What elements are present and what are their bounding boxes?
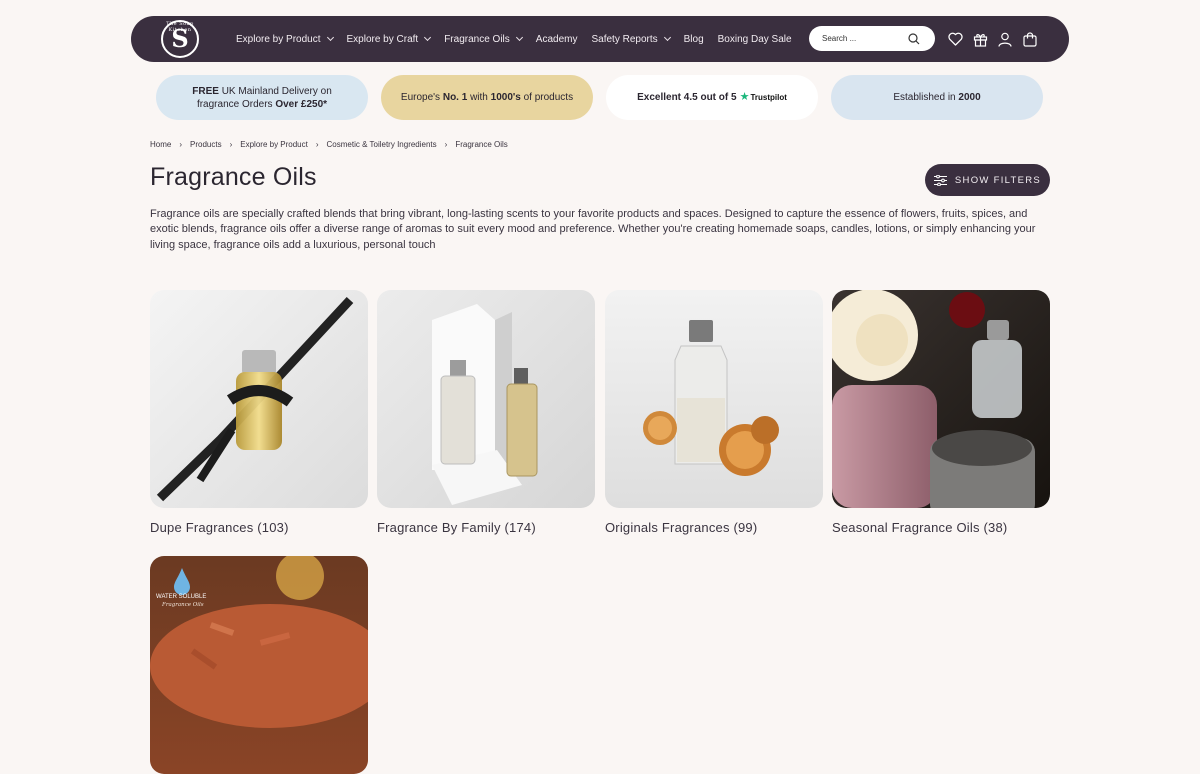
trustpilot-badge-text: Excellent 4.5 out of 5 ★Trustpilot [637, 91, 787, 104]
nav-item-fragrance-oils[interactable]: Fragrance Oils [444, 33, 523, 45]
nav-item-explore-by-product[interactable]: Explore by Product [236, 33, 334, 45]
badge-bold: No. 1 [442, 92, 468, 103]
nav-item-label: Boxing Day Sale [717, 33, 792, 45]
category-image[interactable] [377, 290, 595, 508]
category-card-water-soluble[interactable]: WATER SOLUBLE Fragrance Oils [150, 556, 368, 774]
badge-text: with [467, 92, 491, 103]
breadcrumb-cosmetic-toiletry[interactable]: Cosmetic & Toiletry Ingredients [327, 140, 437, 149]
chevron-down-icon [424, 33, 432, 42]
logo-ring-text: The Soap Kitchen [166, 21, 194, 33]
category-label[interactable]: Fragrance By Family (174) [377, 520, 595, 535]
nav-item-label: Safety Reports [591, 33, 658, 45]
nav-item-blog[interactable]: Blog [684, 34, 704, 45]
site-logo[interactable]: The Soap Kitchen S [161, 20, 199, 58]
gift-icon[interactable] [970, 29, 990, 49]
category-image[interactable] [605, 290, 823, 508]
nav-item-label: Academy [535, 33, 578, 45]
nav-item-academy[interactable]: Academy [536, 34, 578, 45]
user-icon[interactable] [995, 29, 1015, 49]
trustpilot-badge[interactable]: Excellent 4.5 out of 5 ★Trustpilot [606, 75, 818, 120]
show-filters-label: SHOW FILTERS [954, 174, 1042, 186]
europe-badge-text: Europe's No. 1 with 1000's of products [401, 91, 573, 104]
badge-bold: FREE [192, 85, 219, 97]
category-card-originals-fragrances[interactable]: Originals Fragrances (99) [605, 290, 823, 535]
chevron-down-icon [515, 33, 523, 42]
badge-bold: 1000's [490, 92, 521, 103]
category-description: Fragrance oils are specially crafted ble… [150, 208, 1036, 251]
delivery-badge: FREE UK Mainland Delivery on fragrance O… [156, 75, 368, 120]
breadcrumb: Home › Products › Explore by Product › Cosm… [150, 140, 508, 149]
category-card-fragrance-by-family[interactable]: Fragrance By Family (174) [377, 290, 595, 535]
show-filters-button[interactable]: SHOW FILTERS [925, 164, 1050, 196]
breadcrumb-separator-icon: › [315, 140, 319, 149]
main-menu: Explore by Product Explore by Craft Frag… [236, 16, 806, 62]
category-label[interactable]: Dupe Fragrances (103) [150, 520, 368, 535]
nav-item-safety-reports[interactable]: Safety Reports [591, 33, 671, 45]
breadcrumb-separator-icon: › [229, 140, 233, 149]
category-card-seasonal-fragrance-oils[interactable]: Seasonal Fragrance Oils (38) [832, 290, 1050, 535]
nav-item-explore-by-craft[interactable]: Explore by Craft [346, 33, 432, 45]
chevron-down-icon [326, 33, 334, 42]
search-box [809, 26, 935, 51]
europe-badge: Europe's No. 1 with 1000's of products [381, 75, 593, 120]
delivery-badge-text: FREE UK Mainland Delivery on fragrance O… [174, 85, 350, 111]
breadcrumb-products[interactable]: Products [190, 140, 222, 149]
breadcrumb-separator-icon: › [179, 140, 183, 149]
category-card-dupe-fragrances[interactable]: Dupe Fragrances (103) [150, 290, 368, 535]
top-nav: The Soap Kitchen S Explore by Product Ex… [131, 16, 1069, 62]
established-badge: Established in 2000 [831, 75, 1043, 120]
chevron-down-icon [663, 33, 671, 42]
filter-sliders-icon [933, 174, 947, 186]
trustpilot-rating: Excellent 4.5 out of 5 [637, 92, 737, 103]
category-label[interactable]: Originals Fragrances (99) [605, 520, 823, 535]
nav-item-label: Explore by Product [236, 33, 321, 45]
nav-item-boxing-day-sale[interactable]: Boxing Day Sale [718, 34, 792, 45]
category-image[interactable] [150, 290, 368, 508]
nav-item-label: Fragrance Oils [444, 33, 510, 45]
established-badge-text: Established in 2000 [893, 91, 980, 104]
category-label[interactable]: Seasonal Fragrance Oils (38) [832, 520, 1050, 535]
breadcrumb-home[interactable]: Home [150, 140, 171, 149]
page-title: Fragrance Oils [150, 163, 317, 191]
breadcrumb-current: Fragrance Oils [455, 140, 508, 149]
search-icon[interactable] [908, 32, 920, 45]
badge-bold: 2000 [958, 92, 981, 103]
breadcrumb-separator-icon: › [444, 140, 448, 149]
water-soluble-subtext: Fragrance Oils [162, 602, 204, 608]
star-icon: ★ [739, 91, 750, 103]
nav-item-label: Explore by Craft [346, 33, 419, 45]
water-soluble-text: WATER SOLUBLE [156, 594, 207, 600]
heart-icon[interactable] [945, 29, 965, 49]
search-input[interactable] [822, 34, 908, 43]
trustpilot-logo: Trustpilot [750, 93, 787, 102]
cart-icon[interactable] [1020, 29, 1040, 49]
badge-bold: Over £250* [275, 98, 328, 110]
badge-text: of products [520, 92, 574, 103]
header-icons [945, 29, 1045, 49]
badge-text: Established in [893, 92, 959, 103]
category-image[interactable]: WATER SOLUBLE Fragrance Oils [150, 556, 368, 774]
badge-text: Europe's [400, 92, 443, 103]
category-image[interactable] [832, 290, 1050, 508]
nav-item-label: Blog [683, 33, 704, 45]
breadcrumb-explore-by-product[interactable]: Explore by Product [240, 140, 308, 149]
